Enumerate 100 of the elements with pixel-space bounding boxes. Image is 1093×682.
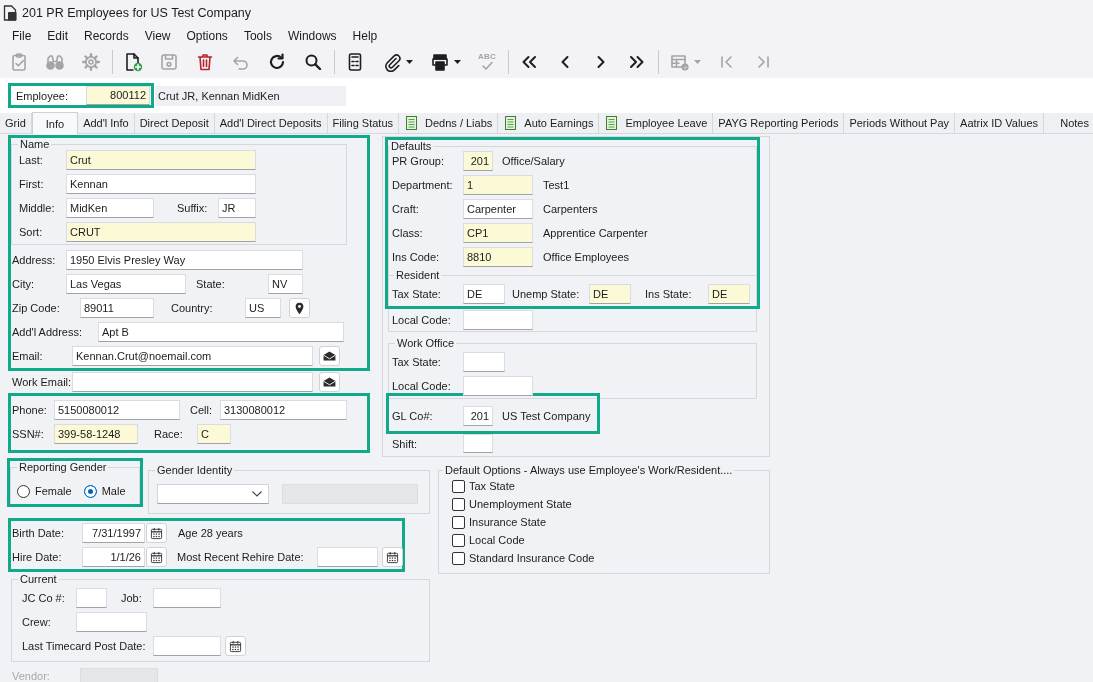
field-label: Tax State: bbox=[392, 288, 441, 300]
input-field[interactable] bbox=[76, 588, 107, 608]
menu-item[interactable]: Edit bbox=[39, 26, 77, 45]
field-label: Local Code: bbox=[392, 380, 451, 392]
input-field[interactable]: NV bbox=[268, 274, 303, 294]
input-field[interactable]: Carpenter bbox=[463, 199, 533, 219]
calendar-button[interactable] bbox=[146, 547, 167, 567]
description-text: US Test Company bbox=[502, 410, 591, 422]
input-field[interactable]: Crut bbox=[66, 150, 256, 170]
input-field[interactable]: US bbox=[245, 298, 281, 318]
input-field[interactable]: Kennan bbox=[66, 174, 256, 194]
tab[interactable]: Dedns / Liabs bbox=[399, 113, 499, 133]
envelope-icon bbox=[323, 351, 336, 361]
input-field[interactable]: 7/31/1997 bbox=[82, 523, 145, 543]
tab[interactable]: Grid bbox=[0, 113, 32, 133]
input-field[interactable]: 3130080012 bbox=[220, 400, 347, 420]
group-label: Resident bbox=[395, 269, 441, 282]
field-label: Ins Code: bbox=[392, 251, 440, 263]
input-field[interactable] bbox=[463, 376, 533, 396]
clipboard-check-icon bbox=[9, 52, 29, 72]
menu-item[interactable]: File bbox=[4, 26, 40, 45]
calendar-icon bbox=[150, 550, 163, 564]
tab[interactable]: Periods Without Pay bbox=[844, 113, 956, 133]
field-label: Local Code: bbox=[392, 314, 451, 326]
menu-item[interactable]: View bbox=[136, 26, 179, 45]
radio-label: Female bbox=[35, 485, 72, 497]
input-field[interactable]: 201 bbox=[463, 406, 493, 426]
menu-item[interactable]: Help bbox=[344, 26, 386, 45]
calendar-icon bbox=[386, 550, 399, 564]
description-text: Carpenters bbox=[543, 203, 598, 215]
input-field[interactable]: 399-58-1248 bbox=[54, 424, 138, 444]
input-field[interactable]: DE bbox=[589, 284, 631, 304]
field-label: Last: bbox=[19, 154, 43, 166]
menu-item[interactable]: Options bbox=[178, 26, 236, 45]
email-button[interactable] bbox=[319, 346, 340, 366]
calendar-button[interactable] bbox=[225, 636, 246, 656]
input-field[interactable]: MidKen bbox=[66, 198, 154, 218]
field-label: Country: bbox=[171, 302, 213, 314]
input-field[interactable] bbox=[76, 612, 147, 632]
tab[interactable]: Add'l Direct Deposits bbox=[214, 113, 328, 133]
radio-button[interactable] bbox=[17, 484, 30, 498]
input-field[interactable]: C bbox=[197, 424, 231, 444]
field-label: PR Group: bbox=[392, 155, 444, 167]
tab[interactable]: Auto Earnings bbox=[498, 113, 600, 133]
input-field[interactable] bbox=[72, 372, 313, 392]
input-field[interactable] bbox=[463, 352, 505, 372]
tab[interactable]: Notes bbox=[1044, 113, 1093, 133]
radio-button[interactable] bbox=[83, 484, 97, 498]
input-field[interactable]: Las Vegas bbox=[66, 274, 186, 294]
description-text: Apprentice Carpenter bbox=[543, 227, 648, 239]
input-field[interactable]: 1 bbox=[463, 175, 533, 195]
tab[interactable]: Info bbox=[31, 112, 79, 134]
tab[interactable]: PAYG Reporting Periods bbox=[713, 113, 845, 133]
calendar-button[interactable] bbox=[382, 547, 403, 567]
input-field[interactable] bbox=[463, 434, 493, 453]
printer-icon bbox=[429, 52, 450, 72]
input-field[interactable]: JR bbox=[218, 198, 256, 218]
calendar-button[interactable] bbox=[146, 523, 167, 543]
input-field[interactable]: 800112 bbox=[86, 86, 150, 105]
envelope-icon bbox=[323, 377, 336, 387]
input-field[interactable]: CRUT bbox=[66, 222, 256, 242]
input-field[interactable] bbox=[317, 547, 378, 567]
input-field[interactable]: 8810 bbox=[463, 247, 533, 267]
caret-icon bbox=[453, 60, 461, 64]
input-field[interactable]: 1/1/26 bbox=[82, 547, 145, 567]
description-text: Test1 bbox=[543, 179, 570, 191]
checkbox[interactable] bbox=[452, 479, 465, 493]
tab[interactable]: Aatrix ID Values bbox=[955, 113, 1045, 133]
save-icon bbox=[159, 52, 179, 72]
menu-item[interactable]: Tools bbox=[235, 26, 280, 45]
input-field[interactable]: DE bbox=[463, 284, 505, 304]
input-field[interactable]: Apt B bbox=[98, 322, 344, 342]
checkbox[interactable] bbox=[452, 551, 465, 565]
tab[interactable]: Filing Status bbox=[327, 113, 400, 133]
input-field[interactable]: 201 bbox=[463, 151, 493, 171]
field-label: City: bbox=[12, 278, 34, 290]
email-button[interactable] bbox=[319, 372, 340, 392]
input-field[interactable]: 89011 bbox=[80, 298, 154, 318]
map-button[interactable] bbox=[289, 298, 310, 318]
field-label: Address: bbox=[12, 254, 56, 266]
input-field[interactable] bbox=[153, 588, 221, 608]
app-logo-icon bbox=[3, 4, 17, 21]
checkbox[interactable] bbox=[452, 515, 465, 529]
input-field[interactable]: 1950 Elvis Presley Way bbox=[66, 250, 303, 270]
tab[interactable]: Add'l Info bbox=[78, 113, 135, 133]
calendar-icon bbox=[229, 639, 242, 653]
checkbox[interactable] bbox=[452, 533, 465, 547]
input-field[interactable] bbox=[463, 310, 533, 330]
menu-item[interactable]: Records bbox=[76, 26, 137, 45]
checkbox[interactable] bbox=[452, 497, 465, 511]
tab[interactable]: Employee Leave bbox=[599, 113, 714, 133]
field-label: State: bbox=[196, 278, 225, 290]
input-field[interactable]: DE bbox=[708, 284, 750, 304]
field-label: Tax State: bbox=[392, 356, 441, 368]
input-field[interactable]: Kennan.Crut@noemail.com bbox=[72, 346, 313, 366]
input-field[interactable]: CP1 bbox=[463, 223, 533, 243]
input-field[interactable] bbox=[153, 636, 221, 656]
tab[interactable]: Direct Deposit bbox=[134, 113, 215, 133]
input-field[interactable]: 5150080012 bbox=[54, 400, 180, 420]
menu-item[interactable]: Windows bbox=[279, 26, 345, 45]
